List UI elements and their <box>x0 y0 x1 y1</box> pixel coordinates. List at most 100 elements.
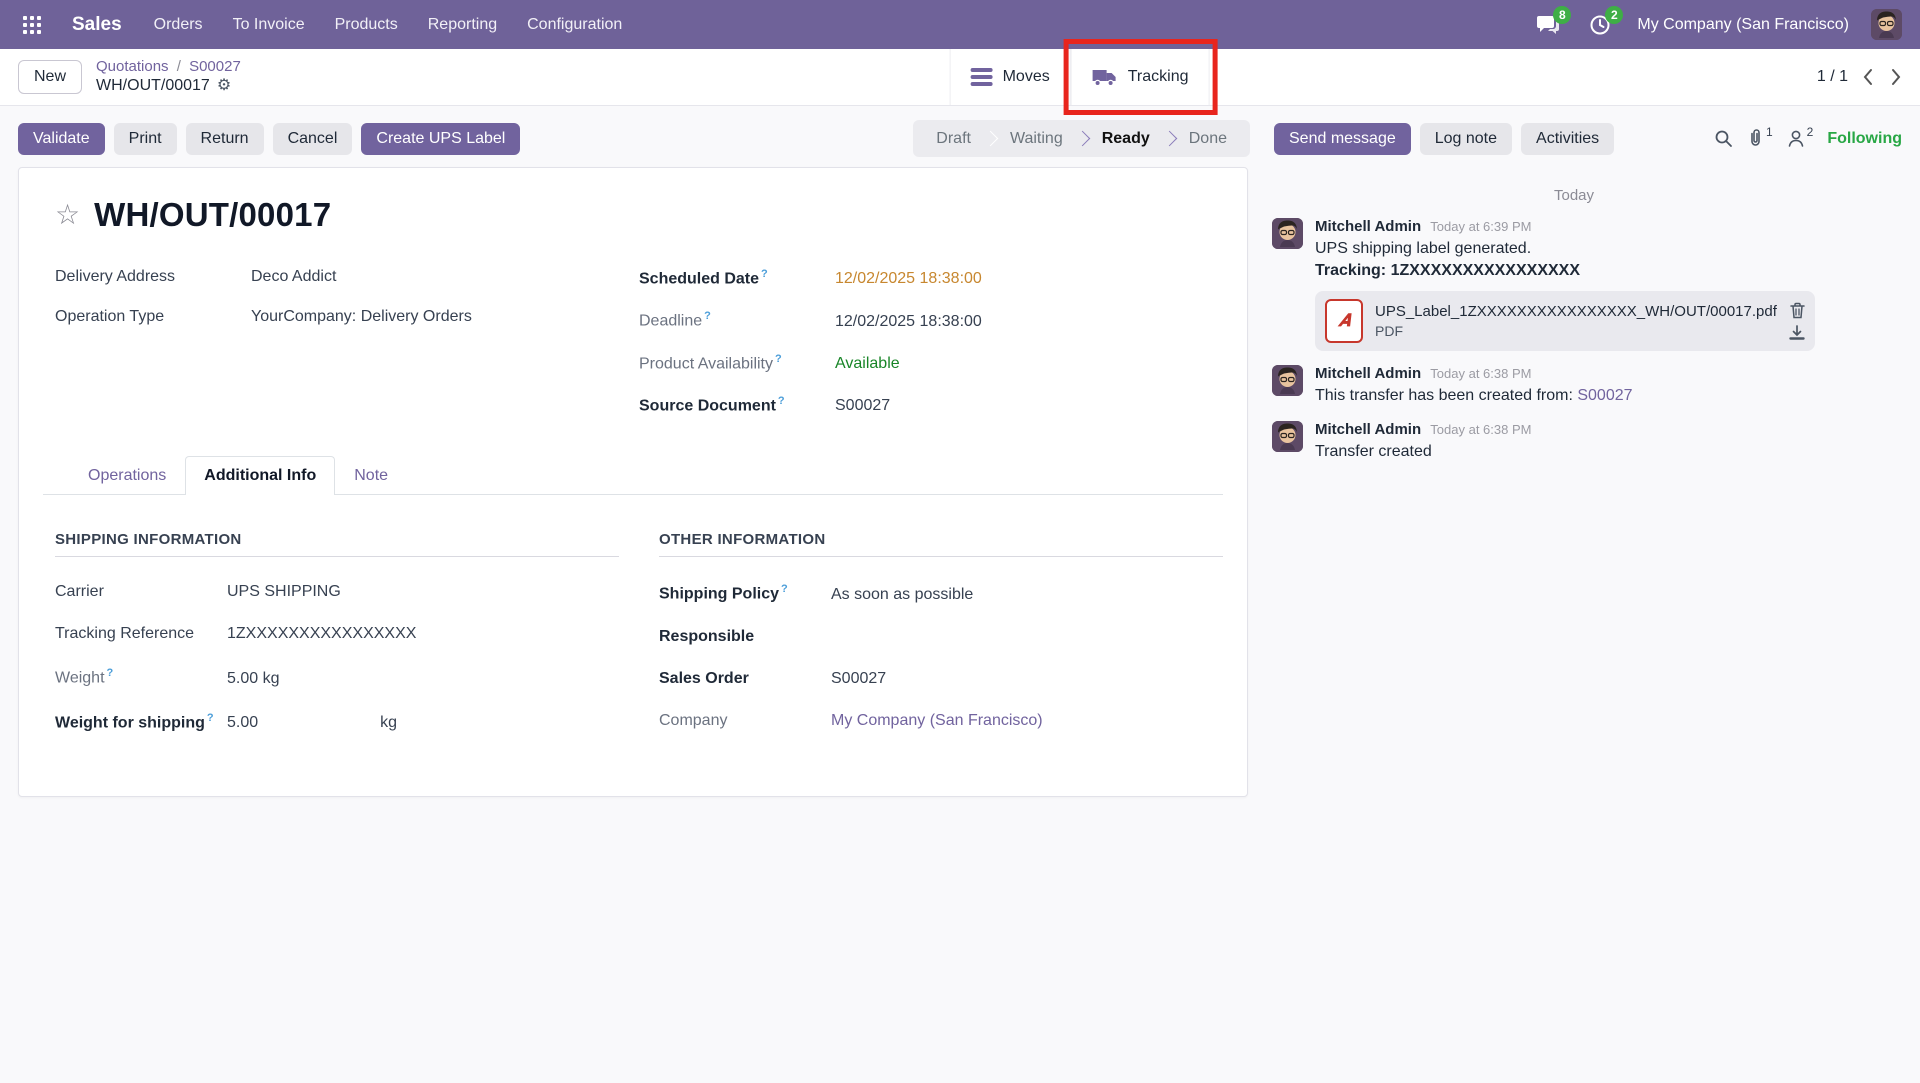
form-sheet: ☆ WH/OUT/00017 Delivery Address Deco Add… <box>18 167 1248 797</box>
tracking-reference-value[interactable]: 1ZXXXXXXXXXXXXXXXX <box>227 625 416 643</box>
status-waiting[interactable]: Waiting <box>993 120 1080 157</box>
attachment-filename[interactable]: UPS_Label_1ZXXXXXXXXXXXXXXXX_WH/OUT/0001… <box>1375 303 1777 320</box>
new-button[interactable]: New <box>18 60 82 94</box>
status-bar: Draft Waiting Ready Done <box>913 120 1250 157</box>
menu-reporting[interactable]: Reporting <box>426 10 499 40</box>
chatter-message: Mitchell Admin Today at 6:38 PM Transfer… <box>1272 421 1876 463</box>
help-icon: ? <box>778 395 785 407</box>
field-label: Delivery Address <box>55 268 251 286</box>
delete-attachment-icon[interactable] <box>1790 302 1805 319</box>
moves-button[interactable]: Moves <box>950 49 1071 105</box>
deadline-value[interactable]: 12/02/2025 18:38:00 <box>835 313 982 331</box>
return-button[interactable]: Return <box>186 123 264 155</box>
app-name[interactable]: Sales <box>72 14 122 36</box>
message-time: Today at 6:38 PM <box>1430 422 1531 437</box>
message-source-link[interactable]: S00027 <box>1577 387 1632 404</box>
tab-note[interactable]: Note <box>335 456 407 495</box>
field-label: Weight? <box>55 667 227 687</box>
section-title: SHIPPING INFORMATION <box>55 531 619 557</box>
attachments-icon[interactable]: 1 <box>1747 129 1773 148</box>
pager-next-icon[interactable] <box>1891 68 1902 86</box>
tracking-button[interactable]: Tracking <box>1071 49 1210 105</box>
breadcrumb-quotations[interactable]: Quotations <box>96 58 169 75</box>
message-avatar[interactable] <box>1272 421 1303 452</box>
field-responsible: Responsible <box>659 628 1223 646</box>
section-title: OTHER INFORMATION <box>659 531 1223 557</box>
field-label: Product Availability? <box>639 353 835 373</box>
message-avatar[interactable] <box>1272 218 1303 249</box>
operation-type-value[interactable]: YourCompany: Delivery Orders <box>251 308 472 326</box>
message-author[interactable]: Mitchell Admin <box>1315 421 1421 438</box>
favorite-star-icon[interactable]: ☆ <box>55 201 80 229</box>
help-icon: ? <box>107 667 114 679</box>
activities-button[interactable]: Activities <box>1521 123 1614 155</box>
tab-operations[interactable]: Operations <box>69 456 185 495</box>
following-toggle[interactable]: Following <box>1827 130 1902 148</box>
weight-for-shipping-input[interactable]: 5.00 <box>227 714 258 732</box>
breadcrumb: Quotations / S00027 WH/OUT/00017 ⚙ <box>96 58 241 95</box>
message-avatar[interactable] <box>1272 365 1303 396</box>
download-attachment-icon[interactable] <box>1789 325 1805 341</box>
shipping-information-section: SHIPPING INFORMATION Carrier UPS SHIPPIN… <box>55 531 619 756</box>
field-delivery-address: Delivery Address Deco Addict <box>55 268 639 286</box>
attachment-card[interactable]: 𝑨 UPS_Label_1ZXXXXXXXXXXXXXXXX_WH/OUT/00… <box>1315 291 1815 351</box>
field-label: Sales Order <box>659 670 831 688</box>
sales-order-value[interactable]: S00027 <box>831 670 886 688</box>
status-ready[interactable]: Ready <box>1085 120 1167 157</box>
messages-badge: 8 <box>1553 6 1571 24</box>
moves-list-icon <box>971 68 993 86</box>
help-icon: ? <box>207 712 214 724</box>
help-icon: ? <box>781 583 788 595</box>
gear-icon[interactable]: ⚙ <box>217 76 231 95</box>
status-draft[interactable]: Draft <box>919 120 988 157</box>
tracking-label: Tracking <box>1128 68 1189 86</box>
field-shipping-policy: Shipping Policy? As soon as possible <box>659 583 1223 603</box>
message-time: Today at 6:38 PM <box>1430 366 1531 381</box>
other-information-section: OTHER INFORMATION Shipping Policy? As so… <box>659 531 1223 756</box>
menu-orders[interactable]: Orders <box>152 10 205 40</box>
help-icon: ? <box>704 310 711 322</box>
pager-previous-icon[interactable] <box>1862 68 1873 86</box>
field-product-availability: Product Availability? Available <box>639 353 1223 373</box>
field-weight: Weight? 5.00 kg <box>55 667 619 687</box>
field-label: Company <box>659 712 831 730</box>
pager-counter: 1 / 1 <box>1817 68 1848 86</box>
message-author[interactable]: Mitchell Admin <box>1315 365 1421 382</box>
validate-button[interactable]: Validate <box>18 123 105 155</box>
follower-count: 2 <box>1807 125 1814 139</box>
menu-configuration[interactable]: Configuration <box>525 10 624 40</box>
smart-button-box: Moves Tracking <box>950 49 1210 105</box>
delivery-address-value[interactable]: Deco Addict <box>251 268 336 286</box>
search-messages-icon[interactable] <box>1714 129 1733 148</box>
shipping-policy-value[interactable]: As soon as possible <box>831 586 973 604</box>
status-done[interactable]: Done <box>1172 120 1244 157</box>
tab-additional-info[interactable]: Additional Info <box>185 456 335 495</box>
menu-products[interactable]: Products <box>333 10 400 40</box>
cancel-button[interactable]: Cancel <box>273 123 353 155</box>
followers-icon[interactable]: 2 <box>1787 129 1814 148</box>
field-label: Tracking Reference <box>55 625 227 643</box>
field-weight-for-shipping: Weight for shipping? 5.00 kg <box>55 712 619 732</box>
activities-clock-icon[interactable]: 2 <box>1585 10 1615 40</box>
company-value[interactable]: My Company (San Francisco) <box>831 712 1043 730</box>
create-ups-label-button[interactable]: Create UPS Label <box>361 123 520 155</box>
breadcrumb-sale-order[interactable]: S00027 <box>189 58 241 75</box>
message-author[interactable]: Mitchell Admin <box>1315 218 1421 235</box>
breadcrumb-separator: / <box>177 58 181 75</box>
pdf-file-icon: 𝑨 <box>1325 299 1363 343</box>
field-operation-type: Operation Type YourCompany: Delivery Ord… <box>55 308 639 326</box>
menu-to-invoice[interactable]: To Invoice <box>231 10 307 40</box>
user-avatar[interactable] <box>1871 9 1902 40</box>
pager: 1 / 1 <box>1817 68 1902 86</box>
carrier-value[interactable]: UPS SHIPPING <box>227 583 341 601</box>
field-carrier: Carrier UPS SHIPPING <box>55 583 619 601</box>
print-button[interactable]: Print <box>114 123 177 155</box>
send-message-button[interactable]: Send message <box>1274 123 1411 155</box>
log-note-button[interactable]: Log note <box>1420 123 1512 155</box>
company-switcher[interactable]: My Company (San Francisco) <box>1637 16 1849 34</box>
apps-grid-icon[interactable] <box>18 11 46 39</box>
field-label: Responsible <box>659 628 831 646</box>
scheduled-date-value[interactable]: 12/02/2025 18:38:00 <box>835 270 982 288</box>
source-document-value[interactable]: S00027 <box>835 397 890 415</box>
messages-icon[interactable]: 8 <box>1533 10 1563 40</box>
